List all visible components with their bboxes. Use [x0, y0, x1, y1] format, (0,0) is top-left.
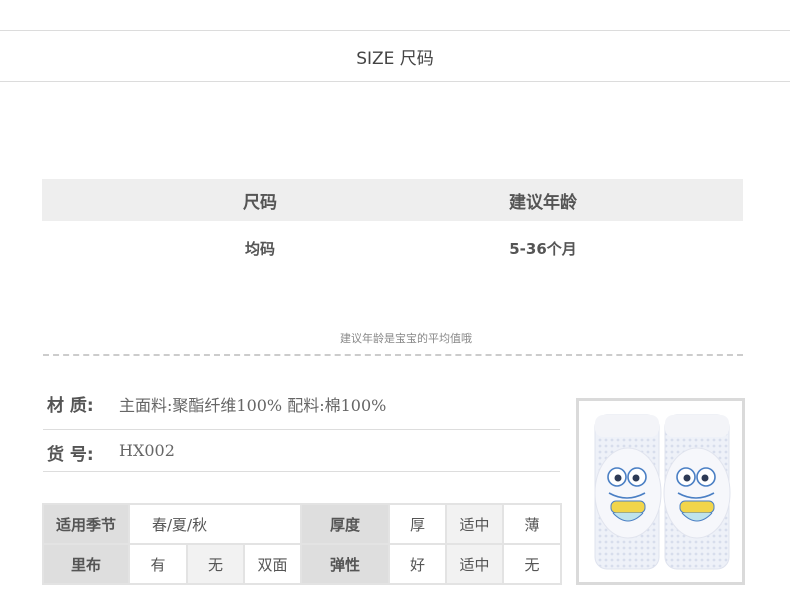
season-label: 适用季节 — [42, 503, 130, 545]
knee-pads-frog-icon — [594, 414, 731, 570]
thickness-option: 适中 — [445, 503, 505, 545]
elasticity-option: 适中 — [445, 543, 505, 585]
attribute-row: 适用季节 春/夏/秋 厚度 厚 适中 薄 — [42, 503, 563, 545]
header-age: 建议年龄 — [509, 192, 577, 213]
top-divider — [0, 30, 790, 31]
material-value: 主面料:聚酯纤维100% 配料:棉100% — [119, 396, 387, 415]
elasticity-option: 无 — [502, 543, 563, 585]
cell-age: 5-36个月 — [509, 239, 577, 258]
item-number-label: 货 号: — [47, 445, 94, 465]
title-divider — [0, 81, 790, 82]
thickness-option: 薄 — [502, 503, 563, 545]
cell-age-cell: 5-36个月 — [478, 238, 743, 259]
season-value: 春/夏/秋 — [127, 503, 303, 545]
attribute-table: 适用季节 春/夏/秋 厚度 厚 适中 薄 里布 有 无 双面 弹性 好 适中 无 — [42, 503, 563, 585]
elasticity-label: 弹性 — [300, 543, 391, 585]
size-table-row: 均码 5-36个月 — [42, 221, 743, 275]
item-number-value: HX002 — [119, 441, 175, 460]
dashed-divider — [43, 354, 743, 356]
thickness-label: 厚度 — [300, 503, 391, 545]
row-divider — [43, 471, 560, 472]
lining-label: 里布 — [42, 543, 130, 585]
cell-size: 均码 — [244, 239, 275, 258]
item-number-row: 货 号: HX002 — [43, 430, 560, 472]
size-table: 尺码 建议年龄 均码 5-36个月 — [42, 179, 743, 275]
lining-option: 有 — [128, 543, 188, 585]
lining-option: 双面 — [242, 543, 303, 585]
material-label: 材 质: — [47, 396, 94, 416]
age-note: 建议年龄是宝宝的平均值哦 — [340, 332, 472, 345]
elasticity-option: 好 — [388, 543, 448, 585]
thickness-option: 厚 — [388, 503, 448, 545]
product-image — [576, 398, 745, 585]
section-title: SIZE 尺码 — [356, 49, 434, 69]
header-size: 尺码 — [243, 192, 277, 213]
attribute-row: 里布 有 无 双面 弹性 好 适中 无 — [42, 543, 563, 585]
material-row: 材 质: 主面料:聚酯纤维100% 配料:棉100% — [43, 380, 560, 430]
size-table-header: 尺码 建议年龄 — [42, 179, 743, 221]
header-age-cell: 建议年龄 — [478, 188, 743, 213]
lining-option: 无 — [186, 543, 245, 585]
